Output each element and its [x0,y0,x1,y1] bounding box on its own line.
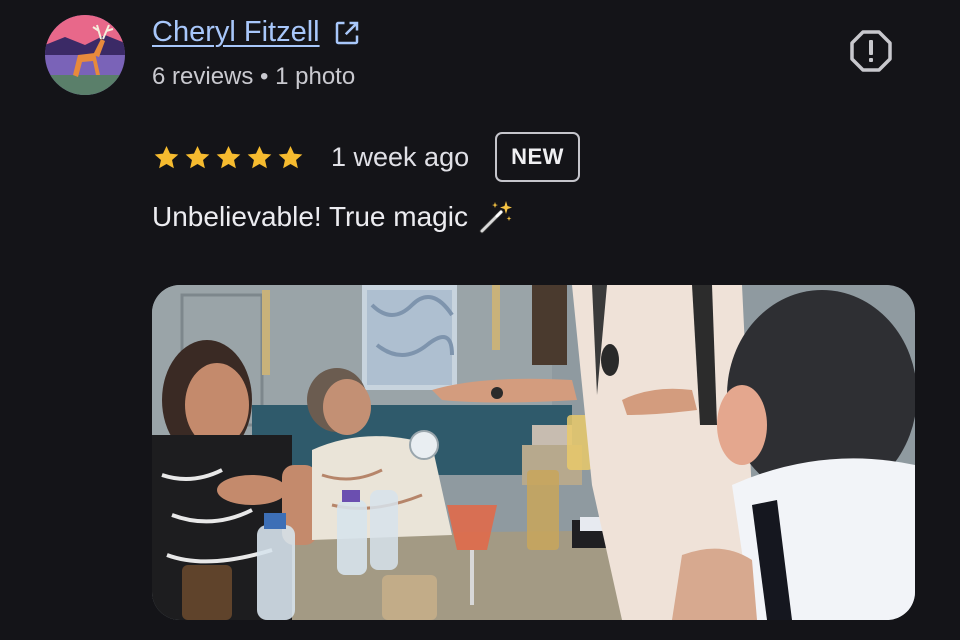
magic-wand-icon [479,201,512,234]
star-icon [247,145,272,168]
star-icon [216,145,241,168]
report-icon[interactable] [849,29,893,73]
new-badge: NEW [495,132,580,182]
star-rating [152,143,305,172]
star-icon [154,145,179,168]
reviewer-meta: 6 reviews • 1 photo [152,63,356,90]
review-card: Cheryl Fitzell 6 reviews • 1 photo 1 wee… [0,0,960,640]
star-icon [185,145,210,168]
open-in-new-icon[interactable] [332,18,362,48]
star-icon [278,145,303,168]
reviewer-avatar[interactable] [45,15,125,95]
reviewer-name-link[interactable]: Cheryl Fitzell [152,16,320,49]
review-text-row: Unbelievable! True magic [152,198,514,236]
rating-row: 1 week ago NEW [152,128,580,186]
review-time: 1 week ago [331,141,470,172]
review-photo[interactable] [152,285,915,620]
reviewer-name-row: Cheryl Fitzell [152,16,362,49]
deer-avatar-icon [45,15,125,95]
review-photo-image [152,285,915,620]
review-text: Unbelievable! True magic [152,201,468,232]
